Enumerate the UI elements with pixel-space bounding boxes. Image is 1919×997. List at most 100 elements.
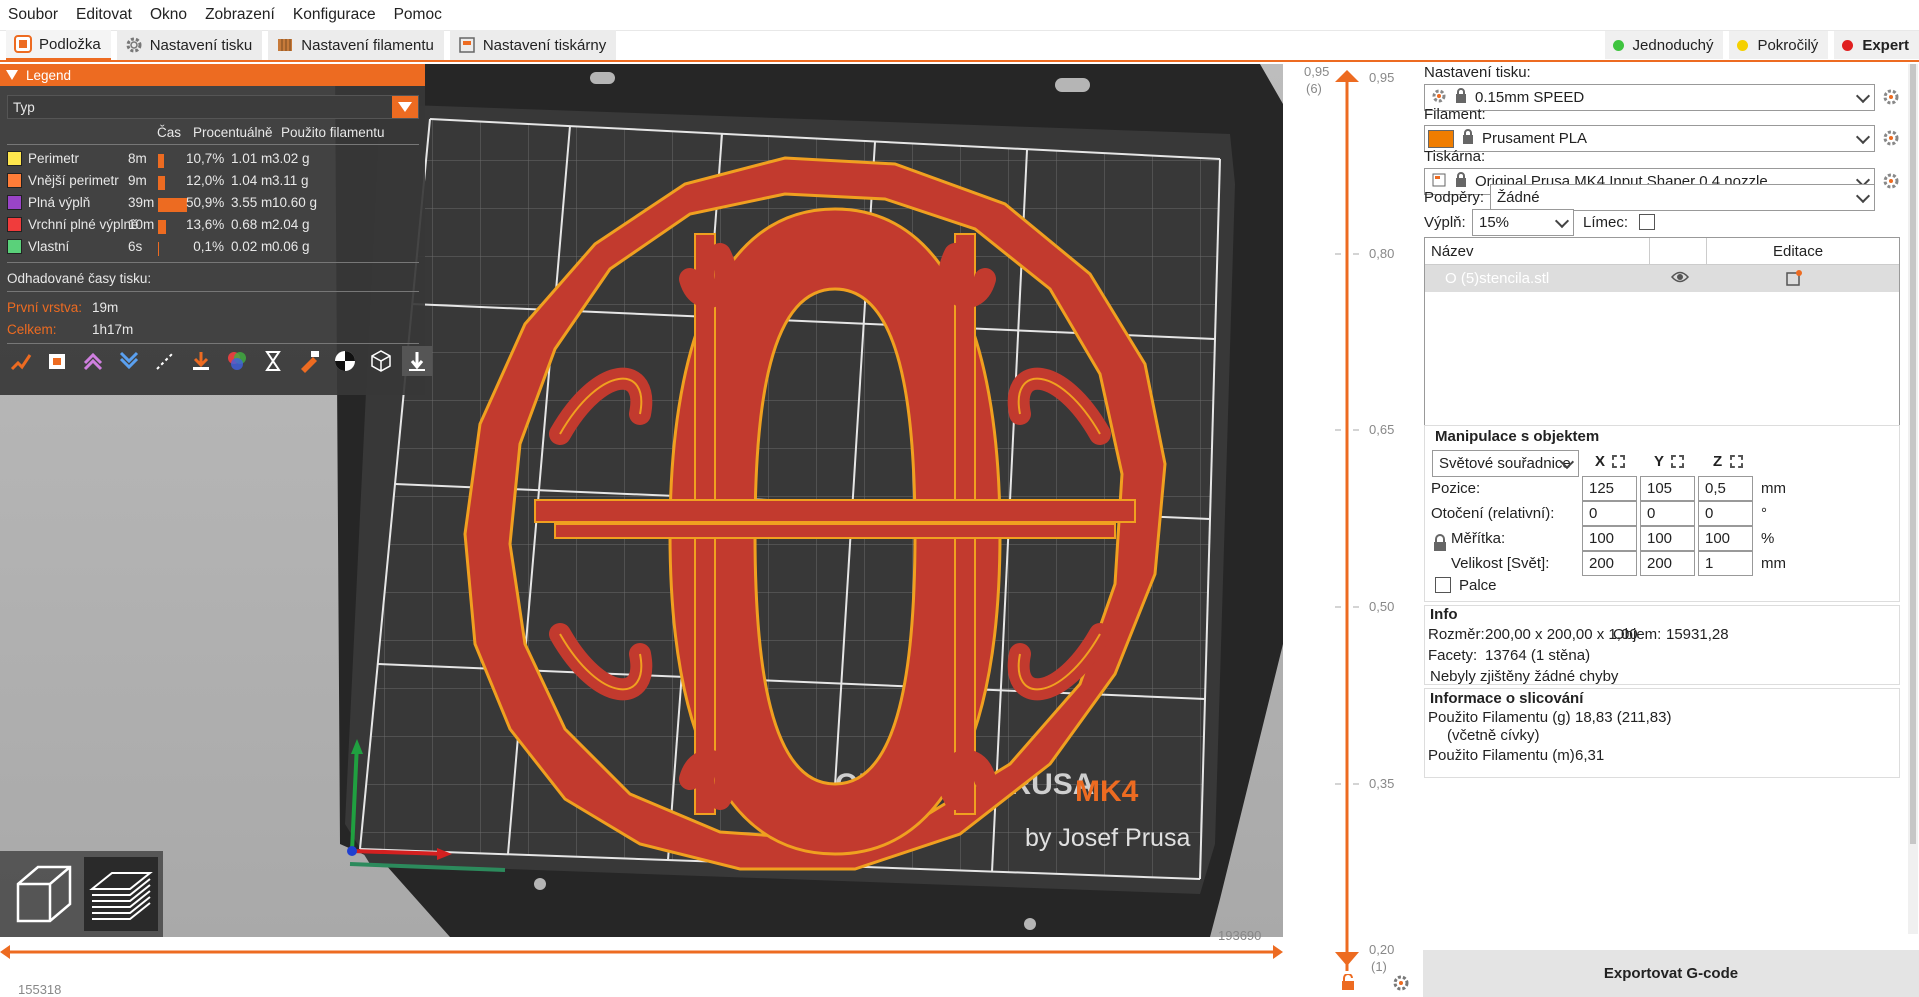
size-z-input[interactable]: 1 (1698, 551, 1753, 576)
menu-edit[interactable]: Editovat (76, 6, 132, 24)
export-gcode-button[interactable]: Exportovat G-code (1423, 950, 1919, 997)
legend-row[interactable]: Vrchní plné výplně 10m 13,6% 0.68 m 2.04 g (7, 214, 419, 236)
legend-color-swatch (7, 173, 22, 188)
menu-file[interactable]: Soubor (8, 6, 58, 24)
mode-simple-button[interactable]: Jednoduchý (1604, 31, 1724, 59)
manipulation-title: Manipulace s objektem (1435, 428, 1600, 445)
coord-system-value: Světové souřadnice (1439, 455, 1571, 472)
print-settings-dropdown[interactable]: 0.15mm SPEED (1424, 84, 1875, 111)
axis-x-drop-icon[interactable] (1612, 455, 1625, 468)
print-settings-edit-icon[interactable] (1882, 88, 1900, 106)
infill-value: 15% (1479, 214, 1510, 231)
tool-changes-icon[interactable] (186, 346, 216, 376)
position-x-input[interactable]: 125 (1582, 476, 1637, 501)
legend-item-name: Vlastní (28, 239, 70, 254)
estimated-times-label: Odhadované časy tisku: (7, 270, 152, 286)
legend-item-weight: 0.06 g (272, 239, 310, 254)
legend-color-swatch (7, 217, 22, 232)
seams-icon[interactable] (150, 346, 180, 376)
vslider-tick: 0,35 (1369, 776, 1395, 791)
position-z-input[interactable]: 0,5 (1698, 476, 1753, 501)
menu-help[interactable]: Pomoc (394, 6, 442, 24)
infill-dropdown[interactable]: 15% (1472, 209, 1574, 236)
shells-icon[interactable] (366, 346, 396, 376)
legend-row[interactable]: Vnější perimetr 9m 12,0% 1.04 m 3.11 g (7, 170, 419, 192)
axis-z-drop-icon[interactable] (1730, 455, 1743, 468)
eye-icon[interactable] (1670, 270, 1690, 288)
first-layer-row: První vrstva: 19m (7, 297, 419, 319)
filament-edit-icon[interactable] (1882, 129, 1900, 147)
print-settings-value: 0.15mm SPEED (1475, 89, 1585, 106)
menu-configuration[interactable]: Konfigurace (293, 6, 376, 24)
legend-header[interactable]: Legend (0, 64, 425, 86)
wipe-icon[interactable] (42, 346, 72, 376)
menu-view[interactable]: Zobrazení (205, 6, 275, 24)
custom-gcode-icon[interactable] (294, 346, 324, 376)
printer-edit-icon[interactable] (1882, 172, 1900, 190)
dropdown-arrow-icon[interactable] (392, 96, 418, 118)
scale-z-input[interactable]: 100 (1698, 526, 1753, 551)
size-x-input[interactable]: 200 (1582, 551, 1637, 576)
legend-item-percent: 13,6% (186, 217, 225, 232)
scale-y-input[interactable]: 100 (1640, 526, 1695, 551)
tab-print-settings[interactable]: Nastavení tisku (116, 30, 263, 60)
tab-plater[interactable]: Podložka (6, 30, 111, 60)
axis-y-label: Y (1654, 453, 1665, 470)
axis-y-drop-icon[interactable] (1671, 455, 1684, 468)
inches-checkbox[interactable] (1435, 577, 1451, 593)
deretractions-icon[interactable] (114, 346, 144, 376)
legend-item-time: 39m (128, 195, 155, 210)
retractions-icon[interactable] (78, 346, 108, 376)
rotation-z-input[interactable]: 0 (1698, 501, 1753, 526)
cog-icon[interactable] (1393, 975, 1409, 995)
info-title: Info (1430, 606, 1458, 623)
scrollbar-thumb[interactable] (1910, 64, 1916, 844)
plater-icon (14, 35, 32, 53)
travel-icon[interactable] (6, 346, 36, 376)
preview-layers-icon[interactable] (84, 857, 158, 931)
legend-row[interactable]: Perimetr 8m 10,7% 1.01 m 3.02 g (7, 148, 419, 170)
3d-view-cube-icon[interactable] (6, 857, 80, 931)
rotation-unit: ° (1761, 505, 1767, 522)
horizontal-slider[interactable] (0, 937, 1283, 997)
pause-prints-icon[interactable] (258, 346, 288, 376)
position-unit: mm (1761, 480, 1786, 497)
legend-item-time: 10m (128, 217, 155, 232)
scale-lock-icon[interactable] (1433, 534, 1447, 556)
view-type-dropdown[interactable]: Typ (7, 95, 419, 119)
tab-label: Nastavení tiskárny (482, 36, 607, 54)
rotation-x-input[interactable]: 0 (1582, 501, 1637, 526)
vertical-layer-slider[interactable]: 0,95 (6) 0,95 0,80 0,65 0,50 0,35 0,20 (… (1283, 64, 1423, 997)
legend-row[interactable]: Vlastní 6s 0,1% 0.02 m 0.06 g (7, 236, 419, 258)
divider (7, 144, 419, 145)
vslider-tick: 0,65 (1369, 422, 1395, 437)
mode-advanced-button[interactable]: Pokročilý (1729, 31, 1829, 59)
position-y-input[interactable]: 105 (1640, 476, 1695, 501)
tab-filament-settings[interactable]: Nastavení filamentu (268, 30, 444, 60)
lock-icon[interactable] (1341, 973, 1355, 994)
sidebar-scrollbar[interactable] (1908, 64, 1918, 934)
center-of-gravity-icon[interactable] (330, 346, 360, 376)
tool-marker-icon[interactable] (402, 346, 432, 376)
printer-icon (458, 36, 476, 54)
filament-dropdown[interactable]: Prusament PLA (1424, 125, 1875, 152)
legend-percent-bar (158, 220, 166, 234)
mode-expert-button[interactable]: Expert (1834, 31, 1919, 59)
size-y-input[interactable]: 200 (1640, 551, 1695, 576)
legend-row[interactable]: Plná výplň 39m 50,9% 3.55 m 10.60 g (7, 192, 419, 214)
scale-x-input[interactable]: 100 (1582, 526, 1637, 551)
mode-indicator-icon (1737, 39, 1749, 51)
supports-dropdown[interactable]: Žádné (1490, 184, 1875, 211)
tab-bar: Podložka Nastavení tisku Nastavení filam… (0, 30, 1919, 62)
mode-label: Pokročilý (1757, 36, 1819, 54)
color-changes-icon[interactable] (222, 346, 252, 376)
tab-printer-settings[interactable]: Nastavení tiskárny (449, 30, 617, 60)
brim-checkbox[interactable] (1639, 214, 1655, 230)
rotation-y-input[interactable]: 0 (1640, 501, 1695, 526)
chevron-down-icon (1554, 213, 1570, 229)
menu-window[interactable]: Okno (150, 6, 187, 24)
coordinate-system-dropdown[interactable]: Světové souřadnice (1432, 450, 1579, 477)
divider (7, 262, 419, 263)
object-row[interactable]: O (5)stencila.stl (1425, 265, 1899, 292)
edit-icon[interactable] (1786, 270, 1802, 290)
